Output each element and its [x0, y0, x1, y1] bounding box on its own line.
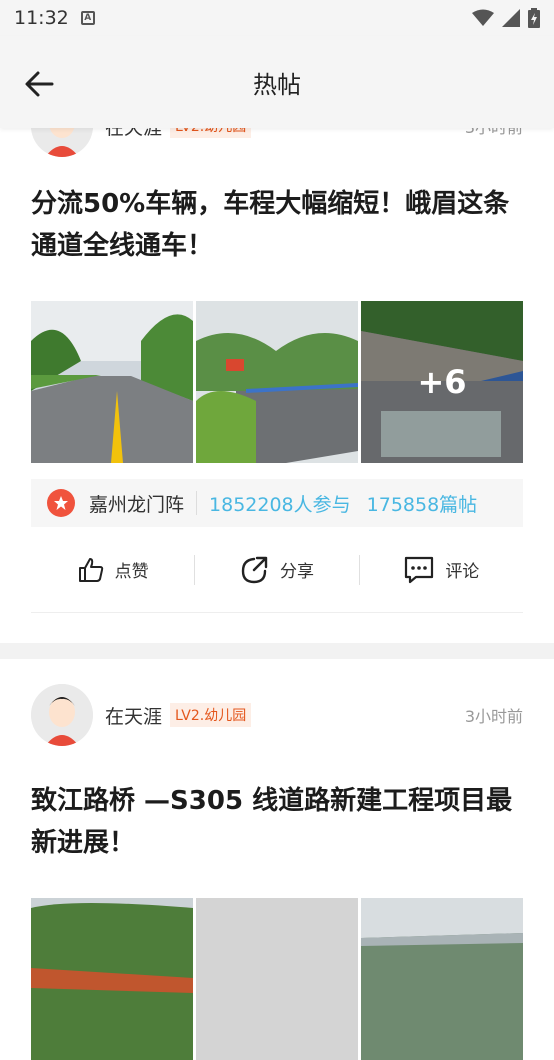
- author-row: 在天涯 LV2.幼儿园 3小时前: [31, 684, 523, 746]
- post-image[interactable]: [196, 898, 358, 1060]
- like-button[interactable]: 点赞: [31, 556, 194, 584]
- topic-participants: 1852208人参与: [209, 493, 351, 516]
- post-image[interactable]: [361, 898, 523, 1060]
- back-arrow-icon[interactable]: [22, 66, 58, 102]
- notification-icon: A: [80, 11, 95, 25]
- wifi-icon: [472, 9, 494, 26]
- image-grid: [31, 898, 523, 1060]
- post-time: 3小时前: [464, 707, 523, 726]
- share-label: 分享: [279, 562, 314, 582]
- author-name[interactable]: 在天涯: [105, 702, 162, 729]
- status-time: 11:32: [14, 7, 69, 29]
- post-card[interactable]: 在天涯 LV2.幼儿园 3小时前 致江路桥 —S305 线道路新建工程项目最新进…: [0, 659, 554, 1060]
- status-icons: [472, 8, 540, 28]
- action-bar: 点赞 分享 评论: [31, 527, 523, 613]
- thumbs-up-icon: [78, 557, 103, 582]
- signal-icon: [502, 9, 520, 27]
- share-icon: [241, 556, 268, 583]
- topic-bar[interactable]: 嘉州龙门阵 1852208人参与 175858篇帖: [31, 479, 523, 527]
- comment-button[interactable]: 评论: [360, 555, 523, 585]
- post-image[interactable]: [31, 898, 193, 1060]
- app-bar: 热帖: [0, 36, 554, 128]
- comment-label: 评论: [445, 562, 480, 582]
- post-card[interactable]: 在天涯 LV2.幼儿园 3小时前 分流50%车辆，车程大幅缩短！峨眉这条通道全线…: [0, 95, 554, 613]
- post-image-more[interactable]: +6: [361, 301, 523, 463]
- level-badge: LV2.幼儿园: [170, 703, 252, 727]
- like-label: 点赞: [114, 562, 149, 582]
- status-bar: 11:32 A: [0, 0, 554, 36]
- post-image[interactable]: [196, 301, 358, 463]
- post-image[interactable]: [31, 301, 193, 463]
- section-divider: [0, 643, 554, 659]
- battery-icon: [528, 8, 540, 28]
- image-grid: +6: [31, 301, 523, 463]
- post-title[interactable]: 分流50%车辆，车程大幅缩短！峨眉这条通道全线通车！: [31, 183, 523, 267]
- divider: [196, 491, 198, 515]
- avatar[interactable]: [31, 684, 93, 746]
- topic-star-icon: [47, 489, 75, 517]
- share-button[interactable]: 分享: [195, 555, 358, 585]
- feed[interactable]: 在天涯 LV2.幼儿园 3小时前 分流50%车辆，车程大幅缩短！峨眉这条通道全线…: [0, 95, 554, 1060]
- topic-name: 嘉州龙门阵: [89, 493, 185, 516]
- more-images-count: +6: [361, 301, 523, 463]
- comment-icon: [405, 556, 434, 583]
- post-title[interactable]: 致江路桥 —S305 线道路新建工程项目最新进展！: [31, 780, 523, 864]
- page-title: 热帖: [253, 70, 301, 99]
- topic-post-count: 175858篇帖: [366, 493, 478, 516]
